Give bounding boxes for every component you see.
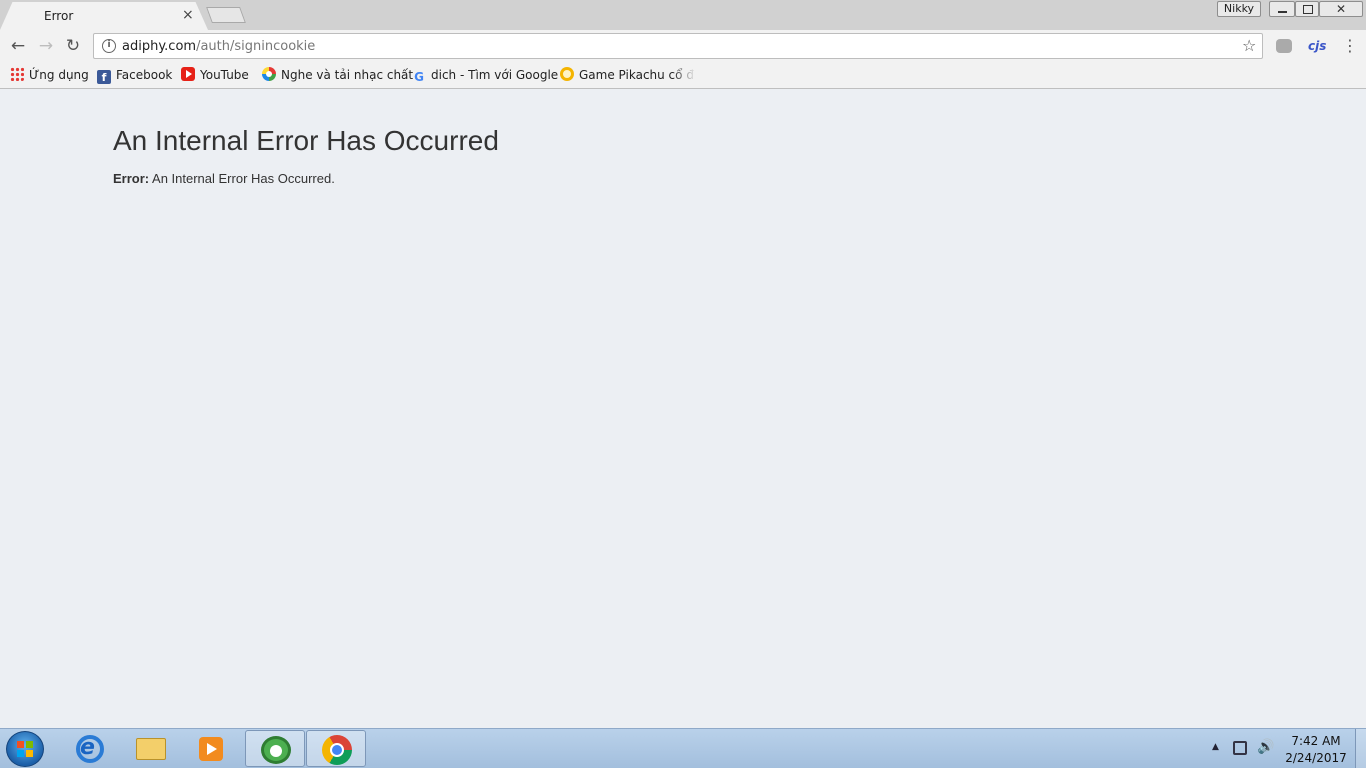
back-button[interactable]: ←	[8, 36, 28, 56]
profile-button[interactable]: Nikky	[1217, 1, 1261, 17]
google-icon: G	[414, 70, 424, 84]
taskbar-file-explorer[interactable]	[121, 730, 181, 767]
bookmark-label: Facebook	[116, 68, 173, 82]
bookmark-facebook[interactable]: f Facebook	[97, 67, 173, 84]
url-path: /auth/signincookie	[196, 39, 316, 54]
tray-expand-icon[interactable]: ▲	[1212, 742, 1219, 752]
bookmarks-bar: Ứng dụng f Facebook YouTube Nghe và tải n…	[0, 62, 1366, 89]
info-icon[interactable]: i	[102, 39, 116, 53]
reload-button[interactable]: ↻	[63, 36, 83, 56]
page-content: An Internal Error Has Occurred Error: An…	[0, 90, 1366, 728]
bookmark-label: Ứng dụng	[29, 68, 89, 82]
bookmark-star-icon[interactable]: ☆	[1242, 36, 1256, 55]
browser-toolbar: ← → ↻ i adiphy.com/auth/signincookie ☆ c…	[0, 30, 1366, 62]
network-icon[interactable]	[1233, 741, 1247, 755]
media-player-icon	[199, 737, 223, 761]
clock-date[interactable]: 2/24/2017	[1280, 751, 1352, 765]
error-message: Error: An Internal Error Has Occurred.	[113, 171, 335, 186]
nhaccuatui-icon	[262, 67, 276, 81]
start-button[interactable]	[6, 731, 44, 767]
cjs-extension-icon[interactable]: cjs	[1308, 39, 1326, 53]
tab-strip: Error × Nikky ✕	[0, 0, 1366, 30]
arrow-left-icon: ←	[10, 36, 26, 56]
bookmark-label: dich - Tìm với Google	[431, 68, 559, 82]
volume-icon[interactable]: 🔊	[1257, 739, 1274, 755]
page-title: An Internal Error Has Occurred	[113, 125, 499, 156]
url-text[interactable]: adiphy.com/auth/signincookie	[122, 39, 315, 54]
taskbar: e ▲ 🔊 7:42 AM 2/24/2017	[0, 728, 1366, 768]
bookmark-label: YouTube	[200, 68, 249, 82]
bookmark-nhaccuatui[interactable]: Nghe và tải nhạc chất	[262, 67, 413, 83]
pikachu-icon	[560, 67, 574, 81]
error-label: Error:	[113, 171, 150, 186]
close-icon: ✕	[1335, 2, 1347, 16]
maximize-button[interactable]	[1295, 1, 1319, 17]
taskbar-coccoc[interactable]	[245, 730, 305, 767]
tab-error[interactable]: Error ×	[0, 2, 208, 30]
taskbar-internet-explorer[interactable]: e	[60, 730, 120, 767]
chrome-icon	[322, 735, 352, 765]
internet-explorer-icon: e	[80, 735, 95, 760]
bookmark-apps[interactable]: Ứng dụng	[10, 67, 89, 83]
bookmark-google-search[interactable]: Gdich - Tìm với Google	[412, 67, 559, 84]
taskbar-media-player[interactable]	[182, 730, 242, 767]
address-bar[interactable]: i adiphy.com/auth/signincookie ☆	[93, 33, 1263, 59]
taskbar-chrome[interactable]	[306, 730, 366, 767]
coccoc-icon	[261, 736, 291, 764]
tab-title: Error	[44, 9, 74, 23]
forward-button[interactable]: →	[36, 36, 56, 56]
facebook-icon: f	[97, 70, 111, 84]
bookmark-fade	[672, 62, 696, 88]
url-host: adiphy.com	[122, 39, 197, 54]
arrow-right-icon: →	[38, 36, 54, 56]
folder-icon	[136, 738, 166, 760]
windows-logo-icon	[17, 741, 33, 757]
youtube-icon	[181, 67, 195, 81]
bookmark-label: Nghe và tải nhạc chất	[281, 68, 414, 82]
tab-close-icon[interactable]: ×	[182, 7, 194, 23]
show-desktop-button[interactable]	[1355, 729, 1366, 768]
new-tab-button[interactable]	[206, 7, 246, 23]
close-window-button[interactable]: ✕	[1319, 1, 1363, 17]
apps-grid-icon	[10, 67, 24, 81]
chrome-menu-icon[interactable]: ⋮	[1342, 36, 1358, 56]
extension-icon[interactable]	[1276, 39, 1292, 53]
bookmark-youtube[interactable]: YouTube	[181, 67, 249, 83]
error-text: An Internal Error Has Occurred.	[149, 171, 335, 186]
minimize-button[interactable]	[1269, 1, 1295, 17]
clock-time[interactable]: 7:42 AM	[1280, 734, 1352, 748]
reload-icon: ↻	[65, 36, 81, 56]
